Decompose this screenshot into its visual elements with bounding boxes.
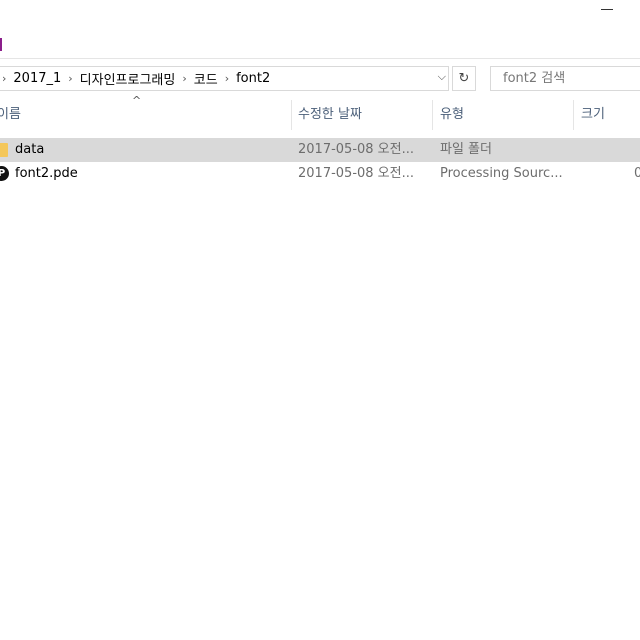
breadcrumb-item[interactable]: font2 <box>232 71 274 86</box>
chevron-right-icon[interactable]: › <box>179 72 189 85</box>
divider <box>0 58 640 59</box>
column-header-type[interactable]: 유형 <box>440 100 464 130</box>
chevron-down-icon[interactable]: ⌵ <box>438 70 446 84</box>
minimize-icon[interactable] <box>601 9 613 10</box>
file-size: 0 <box>634 166 640 181</box>
column-divider[interactable] <box>432 100 433 130</box>
refresh-icon: ↻ <box>458 71 470 86</box>
refresh-button[interactable]: ↻ <box>452 66 476 91</box>
search-input[interactable]: font2 검색 <box>490 66 640 91</box>
file-type: 파일 폴더 <box>440 142 492 157</box>
breadcrumb-item[interactable]: 2017_1 <box>9 71 65 86</box>
column-divider[interactable] <box>573 100 574 130</box>
column-header-size[interactable]: 크기 <box>581 100 605 130</box>
file-name: data <box>15 142 45 157</box>
column-header-name[interactable]: 이름 <box>0 100 21 130</box>
chevron-right-icon[interactable]: › <box>65 72 75 85</box>
ribbon-accent <box>0 38 2 51</box>
chevron-right-icon: › <box>2 72 7 85</box>
breadcrumb-item[interactable]: 코드 <box>190 69 222 88</box>
file-type: Processing Sourc... <box>440 166 563 181</box>
address-bar[interactable]: › 2017_1 › 디자인프로그래밍 › 코드 › font2 ⌵ <box>0 66 449 91</box>
file-row[interactable]: data 2017-05-08 오전... 파일 폴더 <box>0 138 640 162</box>
file-date: 2017-05-08 오전... <box>298 142 414 157</box>
folder-icon <box>0 143 8 157</box>
breadcrumb-item[interactable]: 디자인프로그래밍 <box>76 69 180 88</box>
chevron-right-icon[interactable]: › <box>222 72 232 85</box>
file-row[interactable]: P font2.pde 2017-05-08 오전... Processing … <box>0 162 640 186</box>
processing-file-icon: P <box>0 166 9 181</box>
sort-up-icon: ^ <box>132 94 142 107</box>
file-date: 2017-05-08 오전... <box>298 166 414 181</box>
column-divider[interactable] <box>291 100 292 130</box>
column-header-date[interactable]: 수정한 날짜 <box>298 100 362 130</box>
file-name: font2.pde <box>15 166 78 181</box>
